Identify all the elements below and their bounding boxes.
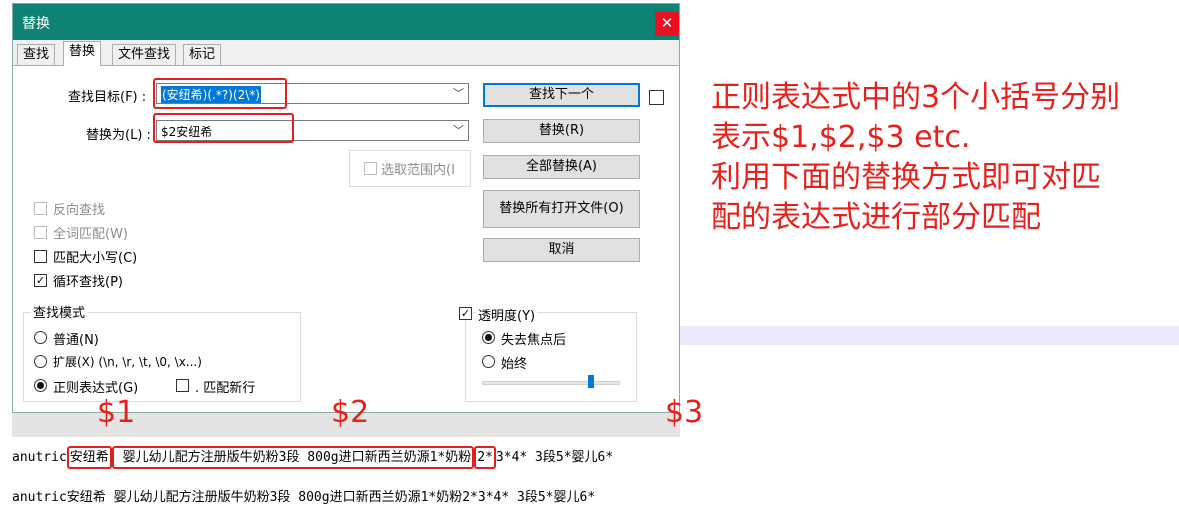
replace-dialog: 替换 ✕ 查找 替换 文件查找 标记 查找目标(F) : (安纽希)(.*?)(… — [12, 3, 680, 413]
annotation-line-1: 正则表达式中的3个小括号分别 — [711, 80, 1121, 115]
mode-regex-label: 正则表达式(G) — [53, 381, 139, 396]
transparency-checkbox[interactable]: ✓ — [459, 307, 472, 320]
mode-extended-label: 扩展(X) (\n, \r, \t, \0, \x...) — [53, 355, 202, 369]
replace-value-highlight — [153, 113, 294, 143]
close-button[interactable]: ✕ — [655, 12, 679, 36]
find-label: 查找目标(F) : — [68, 90, 147, 105]
annotation-note: 正则表达式中的3个小括号分别 表示$1,$2,$3 etc. 利用下面的替换方式… — [711, 78, 1120, 238]
check-icon: ✓ — [460, 307, 471, 320]
editor-line-2[interactable]: anutric安纽希 婴儿幼儿配方注册版牛奶粉3段 800g进口新西兰奶源1*奶… — [12, 486, 595, 505]
line-1-suffix: 3*4* 3段5*婴儿6* — [495, 450, 614, 465]
whole-word-label: 全词匹配(W) — [53, 227, 128, 242]
group-3-label: $3 — [665, 395, 704, 430]
whole-word-checkbox[interactable] — [34, 226, 47, 239]
dot-newline-checkbox[interactable] — [176, 379, 189, 392]
find-value-highlight — [153, 78, 287, 109]
mode-extended-radio[interactable] — [34, 355, 47, 368]
mode-regex-radio[interactable] — [34, 379, 47, 392]
replace-all-button[interactable]: 全部替换(A) — [483, 155, 640, 179]
transparency-label: 透明度(Y) — [476, 305, 538, 324]
annotation-line-2: 表示$1,$2,$3 etc. — [711, 120, 971, 155]
annotation-line-4: 配的表达式进行部分匹配 — [711, 200, 1041, 235]
cancel-button[interactable]: 取消 — [483, 238, 640, 262]
dot-newline-label: . 匹配新行 — [195, 381, 256, 396]
current-line-highlight — [680, 326, 1179, 345]
wrap-checkbox[interactable]: ✓ — [34, 274, 47, 287]
transparency-slider-thumb[interactable] — [587, 375, 594, 388]
chevron-down-icon[interactable]: ﹀ — [453, 122, 464, 138]
wrap-label: 循环查找(P) — [53, 275, 123, 290]
group-1-label: $1 — [97, 395, 136, 430]
tab-find[interactable]: 查找 — [17, 44, 56, 65]
transparency-on-lose-focus-label: 失去焦点后 — [501, 333, 567, 348]
close-icon: ✕ — [660, 14, 674, 32]
tab-find-in-files[interactable]: 文件查找 — [112, 44, 177, 65]
backward-checkbox[interactable] — [34, 202, 47, 215]
search-mode-title: 查找模式 — [31, 302, 88, 321]
replace-label: 替换为(L) : — [86, 128, 151, 143]
chevron-down-icon[interactable]: ﹀ — [453, 85, 464, 101]
transparency-always-radio[interactable] — [482, 355, 495, 368]
mode-normal-label: 普通(N) — [53, 333, 99, 348]
replace-button[interactable]: 替换(R) — [483, 119, 640, 143]
transparency-on-lose-focus-radio[interactable] — [482, 331, 495, 344]
line-1-group-1: 安纽希 — [66, 446, 112, 469]
transparency-toggle-checkbox[interactable] — [649, 90, 664, 105]
check-icon: ✓ — [35, 274, 46, 287]
in-selection-label: 选取范围内(I — [381, 163, 455, 178]
dialog-titlebar[interactable]: 替换 ✕ — [13, 4, 679, 40]
replace-all-open-files-button[interactable]: 替换所有打开文件(O) — [483, 190, 640, 228]
annotation-line-3: 利用下面的替换方式即可对匹 — [711, 160, 1101, 195]
tab-mark[interactable]: 标记 — [183, 44, 222, 65]
match-case-label: 匹配大小写(C) — [53, 251, 138, 266]
match-case-checkbox[interactable] — [34, 250, 47, 263]
line-1-group-3: 2* — [474, 446, 496, 469]
group-2-label: $2 — [331, 395, 370, 430]
dialog-title: 替换 — [22, 16, 50, 32]
transparency-always-label: 始终 — [501, 357, 528, 372]
tab-replace[interactable]: 替换 — [63, 41, 102, 66]
mode-normal-radio[interactable] — [34, 331, 47, 344]
find-next-button[interactable]: 查找下一个 — [483, 83, 640, 107]
backward-label: 反向查找 — [53, 203, 106, 218]
in-selection-checkbox[interactable] — [364, 162, 377, 175]
editor-line-1[interactable]: anutric 安纽希 婴儿幼儿配方注册版牛奶粉3段 800g进口新西兰奶源1*奶… — [12, 446, 614, 469]
line-1-prefix: anutric — [12, 450, 67, 465]
line-1-group-2: 婴儿幼儿配方注册版牛奶粉3段 800g进口新西兰奶源1*奶粉 — [111, 446, 475, 469]
transparency-slider-track[interactable] — [482, 381, 620, 385]
